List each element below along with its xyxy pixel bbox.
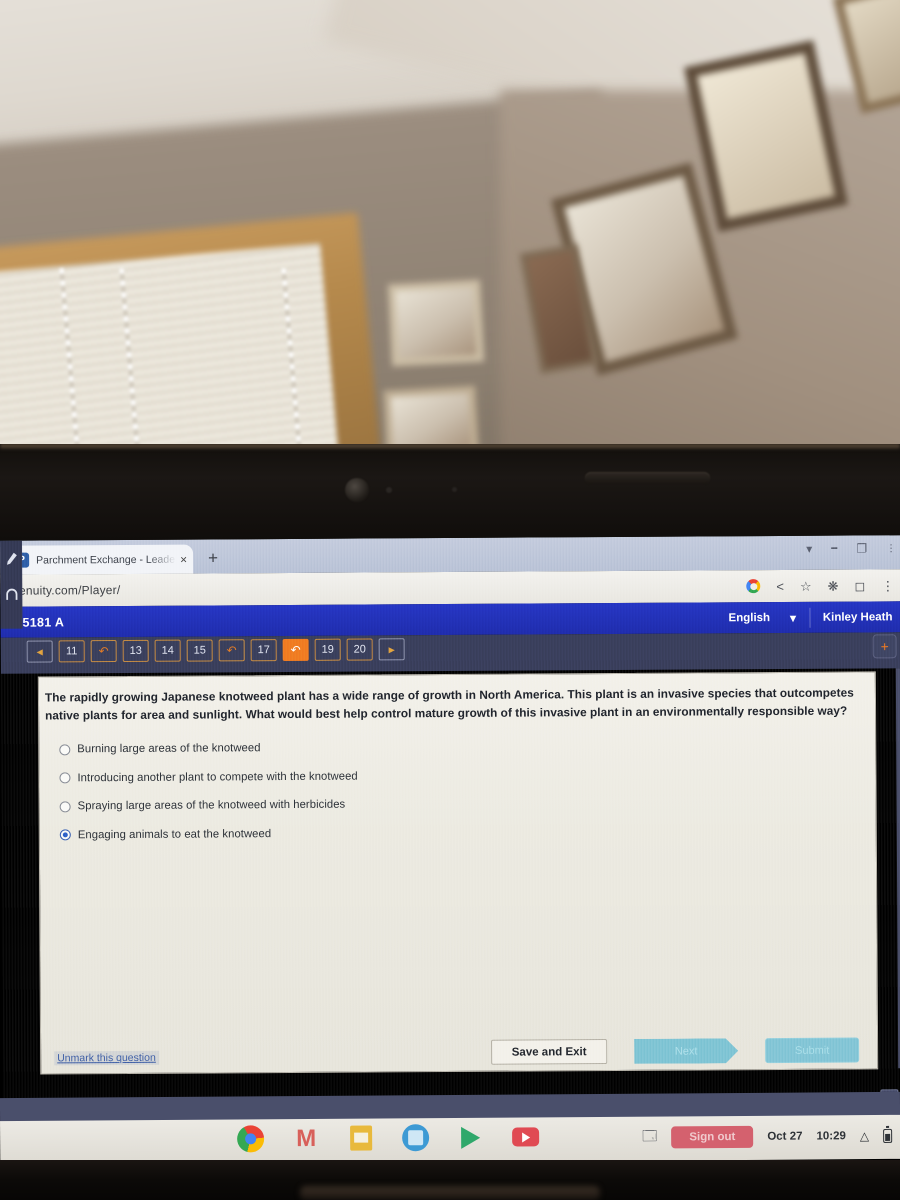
webcam-icon [345,478,369,502]
slides-icon[interactable] [346,1124,375,1153]
tab-title: Parchment Exchange - Leader in [36,553,177,567]
extensions-icon[interactable]: ❋ [828,578,839,593]
question-button-12-flagged[interactable]: ↶ [90,640,117,663]
panel-action-buttons: Save and Exit Next Submit [491,1037,860,1065]
answer-option[interactable]: Engaging animals to eat the knotweed [59,817,760,850]
laptop-base-lip [300,1186,600,1200]
tool-rail [0,540,23,629]
gmail-icon[interactable]: M [291,1124,320,1153]
question-panel: The rapidly growing Japanese knotweed pl… [37,671,879,1075]
close-icon[interactable]: × [180,552,187,566]
sidebar-icon[interactable]: ◻ [854,578,865,593]
question-button-11[interactable]: 11 [58,640,85,663]
save-and-exit-button[interactable]: Save and Exit [491,1039,608,1065]
browser-menu-icon[interactable]: ⋮ [881,578,894,593]
question-navigation: ◀ 11 ↶ 13 14 15 ↶ 17 ↶ 19 20 ▶ [26,638,405,663]
answer-option-label: Spraying large areas of the knotweed wit… [77,798,346,813]
nav-prev-button[interactable]: ◀ [26,640,53,663]
question-button-14[interactable]: 14 [154,639,181,662]
bezel-edge [0,444,900,449]
cast-icon[interactable]: 🗔 [642,1126,657,1150]
nav-next-button[interactable]: ▶ [378,638,405,661]
google-icon[interactable] [746,579,761,594]
chrome-icon[interactable] [236,1124,265,1153]
share-icon[interactable]: < [776,578,784,593]
next-button[interactable]: Next [634,1038,738,1064]
question-button-13[interactable]: 13 [122,639,149,663]
sign-out-button[interactable]: Sign out [671,1125,754,1149]
question-button-20[interactable]: 20 [346,638,373,661]
user-name[interactable]: Kinley Heath [811,611,900,624]
window-controls: ▾ ━ ❐ ⋮ [806,541,896,556]
browser-tab-strip: P Parchment Exchange - Leader in × + ▾ ━… [0,535,900,575]
answer-option-label: Introducing another plant to compete wit… [77,770,358,785]
shelf-status-area: 🗔 Sign out Oct 27 10:29 △ [642,1115,893,1159]
question-button-17[interactable]: 17 [250,639,277,662]
answer-option-label: Engaging animals to eat the knotweed [77,827,272,842]
chevron-down-icon[interactable]: ▾ [806,542,812,556]
question-button-15[interactable]: 15 [186,639,213,662]
classroom-icon[interactable] [401,1123,430,1152]
battery-icon[interactable] [883,1128,893,1143]
chevron-down-icon[interactable]: ▾ [790,610,796,624]
room-background-photo [0,0,900,452]
wifi-icon[interactable]: △ [860,1129,869,1143]
radio-button[interactable] [59,772,71,784]
microphone-icon [452,487,457,492]
question-button-16-flagged[interactable]: ↶ [218,639,245,662]
vertical-scrollbar[interactable] [895,668,900,1069]
webcam-led-icon [386,487,392,493]
shelf-time[interactable]: 10:29 [816,1130,846,1142]
bezel-speaker-slot [585,472,710,484]
answer-option[interactable]: Burning large areas of the knotweed [59,731,759,764]
new-tab-button[interactable]: + [208,548,218,567]
minimize-icon[interactable]: ━ [831,543,837,554]
language-label: English [728,611,771,624]
question-button-19[interactable]: 19 [314,638,341,661]
window-menu-icon[interactable]: ⋮ [886,543,896,554]
browser-tab[interactable]: P Parchment Exchange - Leader in × [8,544,194,575]
chromeos-shelf: M 🗔 Sign out Oct 27 10:29 △ [0,1114,900,1166]
radio-button-selected[interactable] [59,829,71,841]
highlighter-icon[interactable] [0,541,22,577]
question-text: The rapidly growing Japanese knotweed pl… [44,685,854,723]
omnibox-icons: < ☆ ❋ ◻ ⋮ [746,569,894,602]
restore-icon[interactable]: ❐ [856,541,867,555]
radio-button[interactable] [59,744,71,756]
language-selector[interactable]: English ▾ [728,610,809,625]
answer-options: Burning large areas of the knotweed Intr… [59,731,760,849]
answer-option[interactable]: Spraying large areas of the knotweed wit… [59,788,760,821]
unmark-question-link[interactable]: Unmark this question [54,1050,159,1066]
answer-option-label: Burning large areas of the knotweed [77,742,261,756]
picture-frame [387,279,485,367]
answer-option[interactable]: Introducing another plant to compete wit… [59,760,759,793]
star-icon[interactable]: ☆ [800,578,812,593]
shelf-date: Oct 27 [767,1130,803,1143]
laptop-screen: P Parchment Exchange - Leader in × + ▾ ━… [0,535,900,1120]
radio-button[interactable] [59,801,71,813]
question-toolbar: ◀ 11 ↶ 13 14 15 ↶ 17 ↶ 19 20 ▶ + [0,632,900,674]
question-button-18-current[interactable]: ↶ [282,638,309,662]
laptop-top-bezel [0,444,900,540]
eraser-icon[interactable] [0,577,22,613]
shelf-app-icons: M [236,1122,540,1153]
submit-button[interactable]: Submit [765,1037,860,1064]
picture-frame [383,385,479,452]
header-right-group: English ▾ Kinley Heath [728,601,900,633]
play-store-icon[interactable] [456,1123,485,1152]
youtube-icon[interactable] [511,1122,540,1151]
add-tool-button[interactable]: + [872,634,897,659]
